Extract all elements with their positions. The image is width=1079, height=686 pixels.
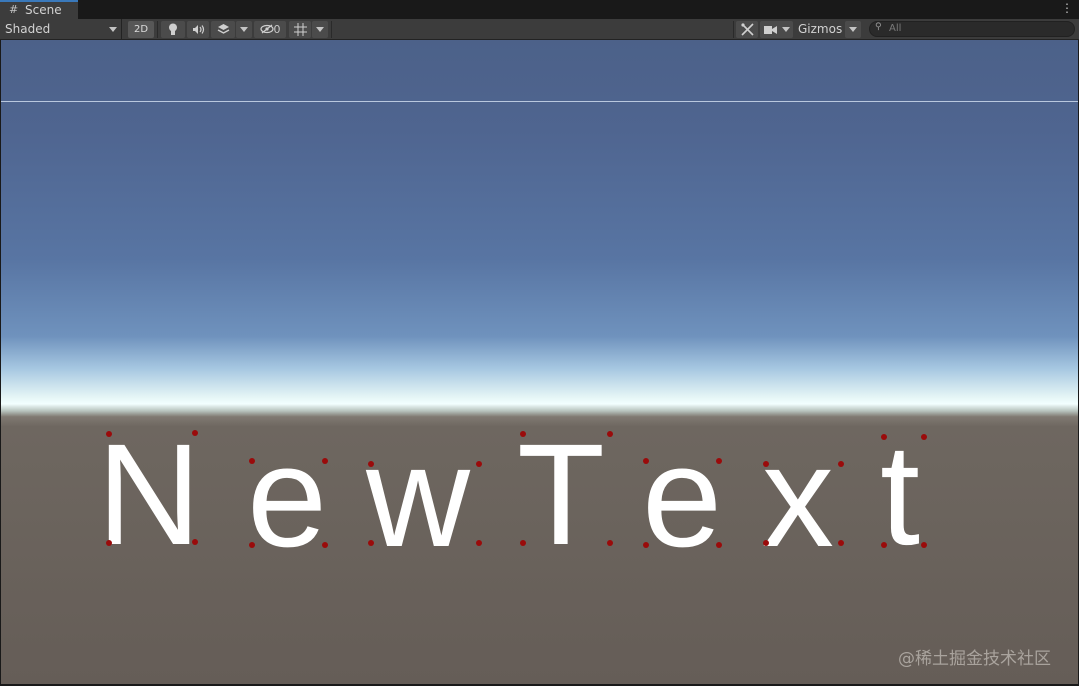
kebab-menu-icon[interactable]: ⋮ bbox=[1061, 1, 1073, 15]
vertex-handle[interactable] bbox=[322, 542, 328, 548]
camera-icon bbox=[764, 26, 777, 34]
chevron-down-icon bbox=[782, 27, 790, 32]
text-glyph: w bbox=[366, 416, 470, 577]
text-glyph: e bbox=[642, 416, 723, 577]
grid-snap-icon bbox=[293, 23, 307, 36]
vertex-handle[interactable] bbox=[368, 540, 374, 546]
vertex-handle[interactable] bbox=[716, 542, 722, 548]
vertex-handle[interactable] bbox=[921, 434, 927, 440]
draw-mode-label: Shaded bbox=[5, 22, 51, 36]
grid-dropdown[interactable] bbox=[312, 21, 328, 38]
vertex-handle[interactable] bbox=[716, 458, 722, 464]
vertex-handle[interactable] bbox=[249, 458, 255, 464]
vertex-handle[interactable] bbox=[921, 542, 927, 548]
scene-visibility-toggle[interactable]: 0 bbox=[254, 21, 286, 38]
gizmos-dropdown[interactable] bbox=[845, 21, 861, 38]
vertex-handle[interactable] bbox=[192, 539, 198, 545]
vertex-handle[interactable] bbox=[106, 431, 112, 437]
tab-strip: # Scene ⋮ bbox=[0, 0, 1079, 19]
text-glyph: N bbox=[97, 414, 201, 575]
gizmos-toggle[interactable]: Gizmos bbox=[794, 19, 844, 39]
search-placeholder: All bbox=[889, 23, 902, 34]
vertex-handle[interactable] bbox=[476, 461, 482, 467]
tools-button[interactable] bbox=[736, 21, 758, 38]
eye-slash-icon bbox=[259, 24, 274, 34]
vertex-handle[interactable] bbox=[643, 458, 649, 464]
text-glyph: x bbox=[762, 416, 834, 577]
vertex-handle[interactable] bbox=[607, 540, 613, 546]
chevron-down-icon bbox=[109, 27, 117, 32]
tab-label: Scene bbox=[25, 3, 62, 17]
separator bbox=[331, 21, 332, 38]
speaker-icon bbox=[192, 25, 204, 34]
effects-toggle[interactable] bbox=[211, 21, 235, 38]
watermark: @稀土掘金技术社区 bbox=[898, 649, 1051, 669]
grid-snap-toggle[interactable] bbox=[289, 21, 311, 38]
hidden-count: 0 bbox=[273, 23, 281, 36]
vertex-handle[interactable] bbox=[881, 542, 887, 548]
lightbulb-icon bbox=[169, 23, 177, 35]
draw-mode-dropdown[interactable]: Shaded bbox=[0, 19, 122, 39]
lighting-toggle[interactable] bbox=[161, 21, 185, 38]
chevron-down-icon bbox=[849, 27, 857, 32]
vertex-handle[interactable] bbox=[607, 431, 613, 437]
mode-2d-button[interactable]: 2D bbox=[128, 21, 154, 38]
vertex-handle[interactable] bbox=[881, 434, 887, 440]
gizmos-label: Gizmos bbox=[798, 22, 843, 36]
vertex-handle[interactable] bbox=[520, 431, 526, 437]
tab-scene[interactable]: # Scene bbox=[0, 0, 78, 19]
vertex-handle[interactable] bbox=[476, 540, 482, 546]
vertex-handle[interactable] bbox=[838, 461, 844, 467]
scene-window: { "tab": { "label": "Scene", "icon": "gr… bbox=[0, 0, 1079, 686]
vertex-handle[interactable] bbox=[249, 542, 255, 548]
audio-toggle[interactable] bbox=[187, 21, 209, 38]
scene-toolbar: Shaded 2D 0 Gizmos ⚲ All bbox=[0, 19, 1079, 40]
vertex-handle[interactable] bbox=[838, 540, 844, 546]
vertex-handle[interactable] bbox=[520, 540, 526, 546]
text-glyph: e bbox=[247, 416, 328, 577]
vertex-handle[interactable] bbox=[763, 540, 769, 546]
vertex-handle[interactable] bbox=[643, 542, 649, 548]
separator bbox=[157, 21, 158, 38]
search-icon: ⚲ bbox=[875, 22, 882, 32]
chevron-down-icon bbox=[240, 27, 248, 32]
scene-viewport[interactable]: N e w T e x t @稀土掘金技术社区 bbox=[1, 40, 1078, 684]
vertex-handle[interactable] bbox=[192, 430, 198, 436]
vertex-handle[interactable] bbox=[106, 540, 112, 546]
grid-icon: # bbox=[9, 3, 19, 16]
effects-dropdown[interactable] bbox=[236, 21, 252, 38]
search-input[interactable]: ⚲ All bbox=[869, 21, 1075, 37]
vertex-handle[interactable] bbox=[322, 458, 328, 464]
separator bbox=[733, 21, 734, 38]
vertex-handle[interactable] bbox=[763, 461, 769, 467]
layers-icon bbox=[217, 24, 229, 34]
text-glyph: T bbox=[517, 414, 605, 575]
camera-dropdown[interactable] bbox=[760, 21, 793, 38]
chevron-down-icon bbox=[316, 27, 324, 32]
tools-icon bbox=[740, 23, 754, 36]
vertex-handle[interactable] bbox=[368, 461, 374, 467]
new-text-object[interactable]: N e w T e x t bbox=[1, 40, 1078, 684]
